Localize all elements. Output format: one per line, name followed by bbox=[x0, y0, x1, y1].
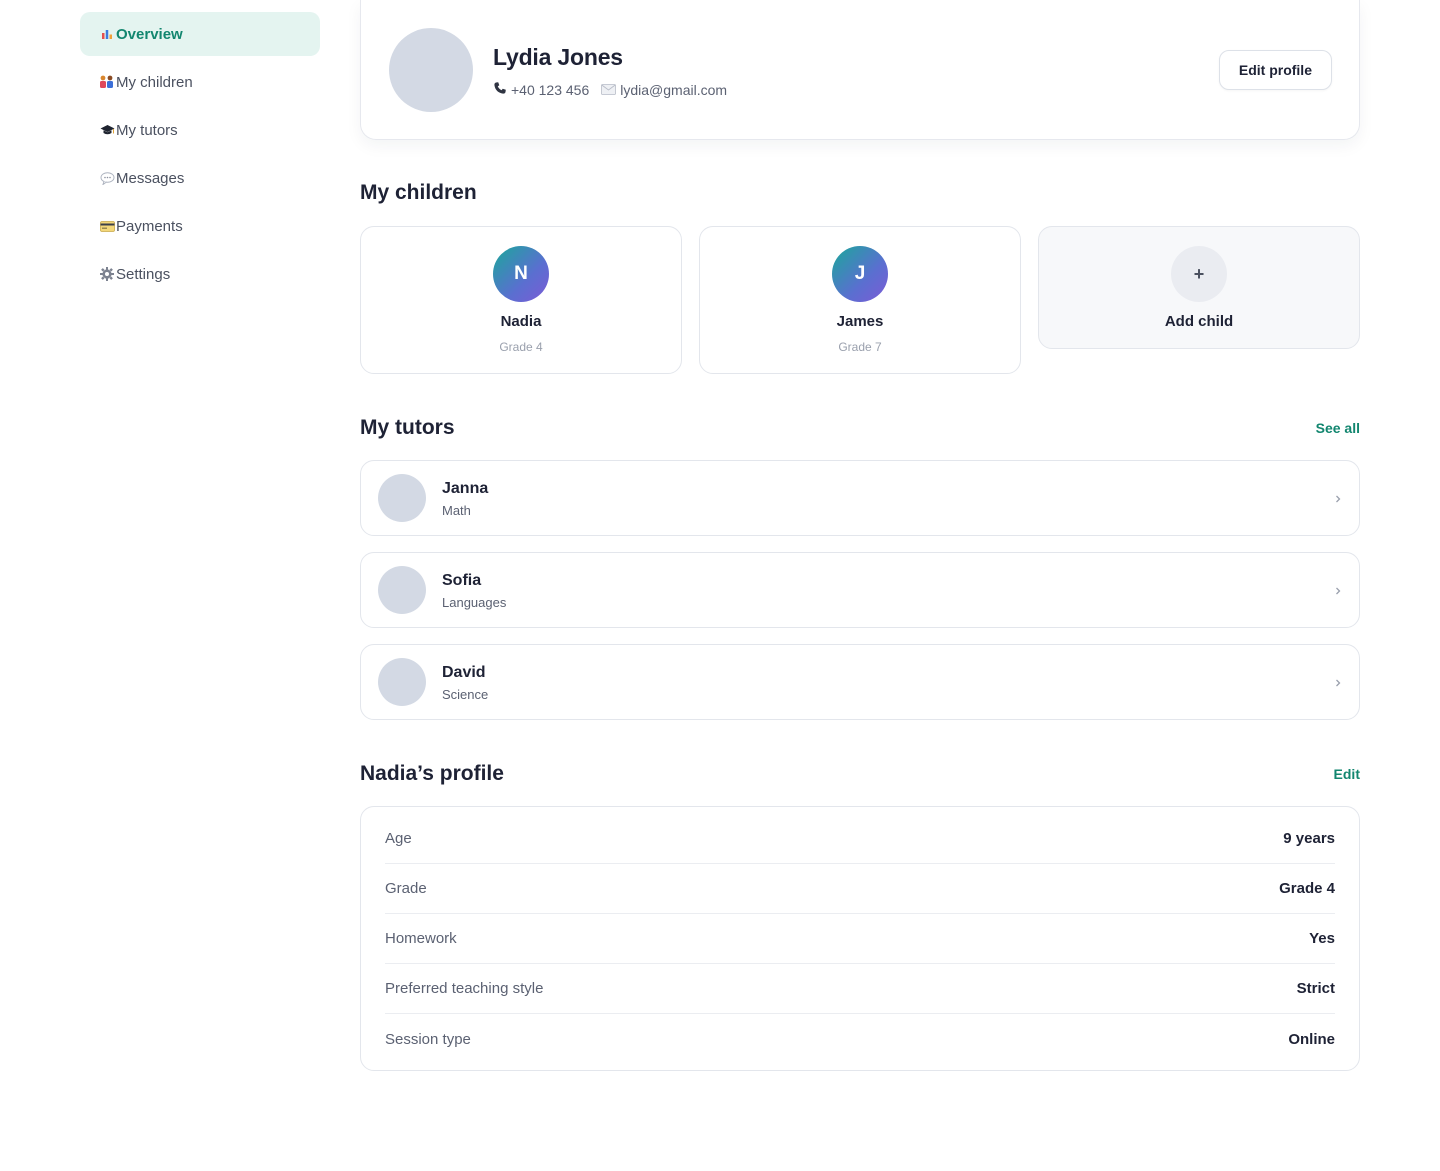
credit-card-icon bbox=[98, 217, 116, 235]
child-avatar: N bbox=[493, 246, 549, 302]
contact-email: lydia@gmail.com bbox=[601, 82, 727, 98]
sidebar-item-my-tutors[interactable]: My tutors bbox=[80, 108, 320, 152]
chevron-right-icon bbox=[1335, 583, 1341, 601]
speech-bubble-icon bbox=[98, 169, 116, 187]
detail-value: Yes bbox=[1309, 930, 1335, 947]
detail-value: 9 years bbox=[1283, 830, 1335, 847]
section-title: My tutors bbox=[360, 416, 455, 439]
child-name: James bbox=[836, 313, 884, 330]
child-grade: Grade 7 bbox=[838, 340, 882, 354]
edit-profile-button[interactable]: Edit profile bbox=[1218, 50, 1332, 90]
detail-row-grade: Grade Grade 4 bbox=[385, 864, 1335, 914]
child-card-james[interactable]: J James Grade 7 bbox=[699, 226, 1021, 374]
child-card-nadia[interactable]: N Nadia Grade 4 bbox=[360, 226, 682, 374]
child-grade: Grade 4 bbox=[499, 340, 543, 354]
sidebar-item-payments[interactable]: Payments bbox=[80, 204, 320, 248]
profile-name: Lydia Jones bbox=[493, 44, 623, 70]
contact-phone: +40 123 456 bbox=[493, 81, 589, 98]
detail-label: Session type bbox=[385, 1030, 471, 1048]
sidebar: Overview My children My tutors Messages … bbox=[80, 12, 320, 300]
family-icon bbox=[98, 73, 116, 91]
detail-row-session-type: Session type Online bbox=[385, 1014, 1335, 1064]
child-name: Nadia bbox=[500, 313, 542, 330]
chevron-right-icon bbox=[1335, 675, 1341, 693]
children-section-header: My children bbox=[360, 181, 1360, 205]
tutor-row-david[interactable]: David Science bbox=[360, 644, 1360, 720]
detail-row-teaching-style: Preferred teaching style Strict bbox=[385, 964, 1335, 1014]
see-all-link[interactable]: See all bbox=[1316, 420, 1360, 436]
avatar bbox=[378, 566, 426, 614]
profile-card: Lydia Jones +40 123 456 lydia@gmail.com … bbox=[360, 0, 1360, 140]
sidebar-item-label: Settings bbox=[116, 265, 171, 283]
children-list: N Nadia Grade 4 J James Grade 7 + Add ch… bbox=[360, 226, 1360, 374]
tutor-row-sofia[interactable]: Sofia Languages bbox=[360, 552, 1360, 628]
envelope-icon bbox=[601, 82, 620, 98]
detail-row-age: Age 9 years bbox=[385, 807, 1335, 864]
child-profile-details: Age 9 years Grade Grade 4 Homework Yes P… bbox=[360, 806, 1360, 1071]
plus-icon: + bbox=[1171, 246, 1227, 302]
tutor-name: Sofia bbox=[442, 572, 482, 589]
tutor-row-janna[interactable]: Janna Math bbox=[360, 460, 1360, 536]
add-child-button[interactable]: + Add child bbox=[1038, 226, 1360, 349]
section-title: Nadia’s profile bbox=[360, 762, 504, 785]
sidebar-item-label: Overview bbox=[116, 25, 183, 43]
sidebar-item-label: My tutors bbox=[116, 121, 178, 139]
tutor-subject: Math bbox=[442, 503, 471, 518]
detail-value: Online bbox=[1288, 1030, 1335, 1048]
avatar bbox=[378, 474, 426, 522]
phone-number: +40 123 456 bbox=[511, 81, 590, 98]
detail-label: Preferred teaching style bbox=[385, 980, 544, 997]
child-profile-section-header: Nadia’s profile Edit bbox=[360, 762, 1360, 786]
detail-value: Strict bbox=[1296, 980, 1335, 997]
avatar bbox=[378, 658, 426, 706]
email-address: lydia@gmail.com bbox=[620, 81, 728, 98]
chart-icon bbox=[98, 25, 116, 43]
detail-label: Age bbox=[385, 830, 412, 847]
sidebar-item-settings[interactable]: Settings bbox=[80, 252, 320, 296]
detail-value: Grade 4 bbox=[1279, 880, 1335, 897]
profile-contacts: +40 123 456 lydia@gmail.com bbox=[493, 81, 739, 98]
avatar bbox=[389, 28, 473, 112]
child-avatar: J bbox=[832, 246, 888, 302]
tutor-name: Janna bbox=[442, 480, 489, 497]
sidebar-item-overview[interactable]: Overview bbox=[80, 12, 320, 56]
add-child-label: Add child bbox=[1164, 313, 1234, 330]
detail-label: Homework bbox=[385, 930, 457, 947]
sidebar-item-label: Payments bbox=[116, 217, 183, 235]
section-title: My children bbox=[360, 181, 477, 204]
phone-icon bbox=[493, 81, 511, 98]
main-content: Lydia Jones +40 123 456 lydia@gmail.com … bbox=[360, 0, 1360, 1071]
edit-link[interactable]: Edit bbox=[1334, 766, 1360, 782]
sidebar-item-messages[interactable]: Messages bbox=[80, 156, 320, 200]
detail-row-homework: Homework Yes bbox=[385, 914, 1335, 964]
sidebar-item-label: My children bbox=[116, 73, 193, 91]
tutor-subject: Languages bbox=[442, 595, 507, 610]
detail-label: Grade bbox=[385, 880, 427, 897]
sidebar-item-my-children[interactable]: My children bbox=[80, 60, 320, 104]
graduation-cap-icon bbox=[98, 121, 116, 139]
chevron-right-icon bbox=[1335, 491, 1341, 509]
tutor-name: David bbox=[442, 664, 486, 681]
tutor-subject: Science bbox=[442, 687, 489, 702]
sidebar-item-label: Messages bbox=[116, 169, 185, 187]
tutors-section-header: My tutors See all bbox=[360, 416, 1360, 440]
gear-icon bbox=[98, 265, 116, 283]
